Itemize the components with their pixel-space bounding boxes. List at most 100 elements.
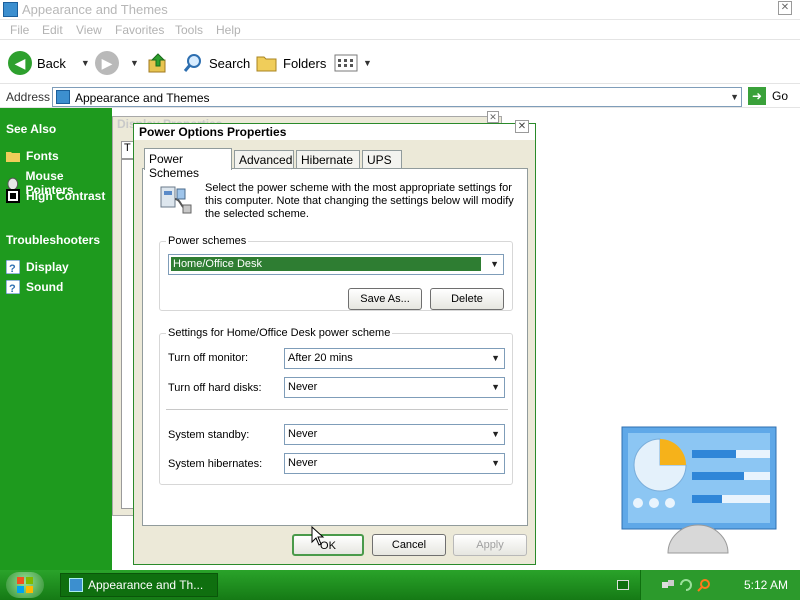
svg-text:?: ? xyxy=(9,283,16,294)
scheme-settings-group: Settings for Home/Office Desk power sche… xyxy=(159,327,513,485)
delete-button[interactable]: Delete xyxy=(430,288,504,310)
menu-view[interactable]: View xyxy=(76,23,102,37)
chevron-down-icon[interactable]: ▼ xyxy=(81,58,90,68)
chevron-down-icon[interactable]: ▼ xyxy=(730,92,739,102)
close-icon[interactable]: ✕ xyxy=(515,120,529,133)
menu-bar: File Edit View Favorites Tools Help xyxy=(0,20,800,59)
system-standby-dropdown[interactable]: Never ▼ xyxy=(284,424,505,445)
menu-tools[interactable]: Tools xyxy=(175,23,203,37)
taskbar-item-appearance[interactable]: Appearance and Th... xyxy=(60,573,218,597)
keyboard-icon[interactable] xyxy=(617,580,629,590)
help-icon: ? xyxy=(6,260,20,274)
chevron-down-icon: ▼ xyxy=(491,382,500,392)
system-hibernates-dropdown[interactable]: Never ▼ xyxy=(284,453,505,474)
folder-window-icon xyxy=(69,578,83,592)
taskbar: Appearance and Th... 5:12 AM xyxy=(0,570,800,600)
search-button[interactable]: Search xyxy=(182,50,250,76)
power-options-titlebar: Power Options Properties ✕ xyxy=(134,120,535,140)
chevron-down-icon[interactable]: ▼ xyxy=(363,58,372,68)
back-label: Back xyxy=(37,55,66,71)
menu-edit[interactable]: Edit xyxy=(42,23,63,37)
system-standby-value: Never xyxy=(288,428,318,440)
close-icon[interactable]: ✕ xyxy=(487,111,499,123)
up-folder-button[interactable] xyxy=(147,50,169,76)
network-icon[interactable] xyxy=(661,578,675,592)
address-bar: Address Appearance and Themes ▼ ➜ Go xyxy=(0,86,800,108)
system-hibernates-label: System hibernates: xyxy=(168,458,263,470)
turn-off-monitor-dropdown[interactable]: After 20 mins ▼ xyxy=(284,348,505,369)
menu-help[interactable]: Help xyxy=(216,23,241,37)
see-also-label: High Contrast xyxy=(26,189,106,203)
address-label: Address xyxy=(6,90,51,104)
turn-off-hard-disks-value: Never xyxy=(288,381,318,393)
fonts-folder-icon xyxy=(6,152,20,162)
power-plug-icon xyxy=(160,186,192,214)
back-arrow-icon: ◀ xyxy=(8,51,32,75)
selected-scheme-value: Home/Office Desk xyxy=(171,257,481,271)
folder-window-icon xyxy=(3,2,18,17)
tab-ups[interactable]: UPS xyxy=(362,150,402,169)
clock: 5:12 AM xyxy=(743,578,788,592)
see-also-high-contrast[interactable]: High Contrast xyxy=(6,189,105,203)
see-also-heading: See Also xyxy=(6,122,57,136)
folder-icon xyxy=(256,56,277,72)
chevron-down-icon[interactable]: ▼ xyxy=(130,58,139,68)
folders-label: Folders xyxy=(283,55,327,71)
tab-advanced[interactable]: Advanced xyxy=(234,150,294,169)
forward-button[interactable]: ▶ ▼ xyxy=(95,50,139,76)
power-schemes-panel: Select the power scheme with the most ap… xyxy=(142,168,528,526)
views-button[interactable]: ▼ xyxy=(334,50,372,76)
tab-power-schemes[interactable]: Power Schemes xyxy=(144,148,232,180)
scheme-settings-label: Settings for Home/Office Desk power sche… xyxy=(166,327,393,339)
control-panel-icon xyxy=(621,426,777,554)
up-folder-icon xyxy=(148,53,166,73)
explorer-title: Appearance and Themes xyxy=(22,2,168,17)
start-button[interactable] xyxy=(6,572,44,598)
address-field[interactable]: Appearance and Themes ▼ xyxy=(52,87,742,107)
chevron-down-icon: ▼ xyxy=(491,458,500,468)
see-also-fonts[interactable]: Fonts xyxy=(6,149,59,163)
apply-button[interactable]: Apply xyxy=(453,534,527,556)
chevron-down-icon: ▼ xyxy=(491,353,500,363)
back-button[interactable]: ◀ Back ▼ xyxy=(8,50,90,76)
go-button[interactable]: ➜ Go xyxy=(748,87,788,105)
separator xyxy=(166,409,508,410)
windows-flag-icon xyxy=(17,577,33,593)
refresh-icon[interactable] xyxy=(679,578,693,592)
troubleshooters-heading: Troubleshooters xyxy=(6,233,101,247)
tab-hibernate[interactable]: Hibernate xyxy=(296,150,360,169)
troubleshooter-sound[interactable]: ? Sound xyxy=(6,280,63,294)
search-icon[interactable] xyxy=(697,578,711,592)
see-also-label: Fonts xyxy=(26,149,59,163)
search-icon xyxy=(183,54,201,72)
ok-button[interactable]: OK xyxy=(292,534,364,556)
power-scheme-dropdown[interactable]: Home/Office Desk ▼ xyxy=(168,254,504,275)
folders-button[interactable]: Folders xyxy=(256,50,326,76)
turn-off-hard-disks-dropdown[interactable]: Never ▼ xyxy=(284,377,505,398)
search-label: Search xyxy=(209,55,251,71)
turn-off-monitor-value: After 20 mins xyxy=(288,352,353,364)
menu-file[interactable]: File xyxy=(10,23,29,37)
chevron-down-icon: ▼ xyxy=(490,259,499,269)
turn-off-monitor-label: Turn off monitor: xyxy=(168,352,249,364)
address-value: Appearance and Themes xyxy=(75,91,210,105)
views-icon xyxy=(334,54,358,72)
task-pane: See Also Fonts Mouse Pointers High Contr… xyxy=(0,108,112,570)
forward-arrow-icon: ▶ xyxy=(95,51,119,75)
system-tray: 5:12 AM xyxy=(617,570,800,600)
cancel-button[interactable]: Cancel xyxy=(372,534,446,556)
save-as-button[interactable]: Save As... xyxy=(348,288,422,310)
help-icon: ? xyxy=(6,280,20,294)
power-schemes-group: Power schemes Home/Office Desk ▼ Save As… xyxy=(159,235,513,311)
standard-toolbar: ◀ Back ▼ ▶ ▼ Search Folders ▼ xyxy=(0,42,800,84)
power-options-dialog: Power Options Properties ✕ Power Schemes… xyxy=(133,120,536,565)
troubleshooter-display[interactable]: ? Display xyxy=(6,260,69,274)
troubleshooter-label: Sound xyxy=(26,280,64,294)
system-hibernates-value: Never xyxy=(288,457,318,469)
power-schemes-label: Power schemes xyxy=(166,235,249,247)
menu-favorites[interactable]: Favorites xyxy=(115,23,164,37)
power-options-title: Power Options Properties xyxy=(139,125,287,139)
close-icon[interactable]: ✕ xyxy=(778,1,792,15)
mouse-icon xyxy=(7,177,19,190)
svg-text:?: ? xyxy=(9,263,16,274)
